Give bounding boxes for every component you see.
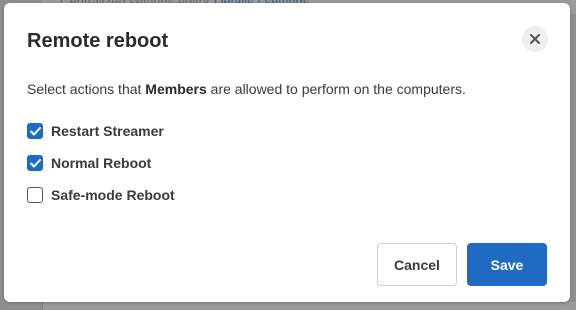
restart-streamer-checkbox[interactable] [27, 123, 43, 139]
checkmark-icon [29, 126, 41, 135]
close-icon [530, 34, 540, 44]
save-button[interactable]: Save [467, 243, 547, 286]
option-restart-streamer[interactable]: Restart Streamer [27, 122, 164, 140]
option-safe-mode-reboot[interactable]: Safe-mode Reboot [27, 186, 175, 204]
option-normal-reboot[interactable]: Normal Reboot [27, 154, 151, 172]
restart-streamer-label: Restart Streamer [51, 123, 164, 139]
members-role: Members [145, 81, 207, 97]
remote-reboot-dialog: Remote reboot Select actions that Member… [4, 3, 570, 302]
dialog-description: Select actions that Members are allowed … [27, 81, 466, 97]
close-button[interactable] [522, 26, 548, 52]
background-panel [42, 302, 576, 310]
dialog-title: Remote reboot [27, 30, 169, 52]
safe-mode-reboot-label: Safe-mode Reboot [51, 187, 175, 203]
normal-reboot-checkbox[interactable] [27, 155, 43, 171]
normal-reboot-label: Normal Reboot [51, 155, 152, 171]
cancel-button[interactable]: Cancel [377, 243, 457, 286]
checkmark-icon [29, 158, 41, 167]
safe-mode-reboot-checkbox[interactable] [27, 187, 43, 203]
